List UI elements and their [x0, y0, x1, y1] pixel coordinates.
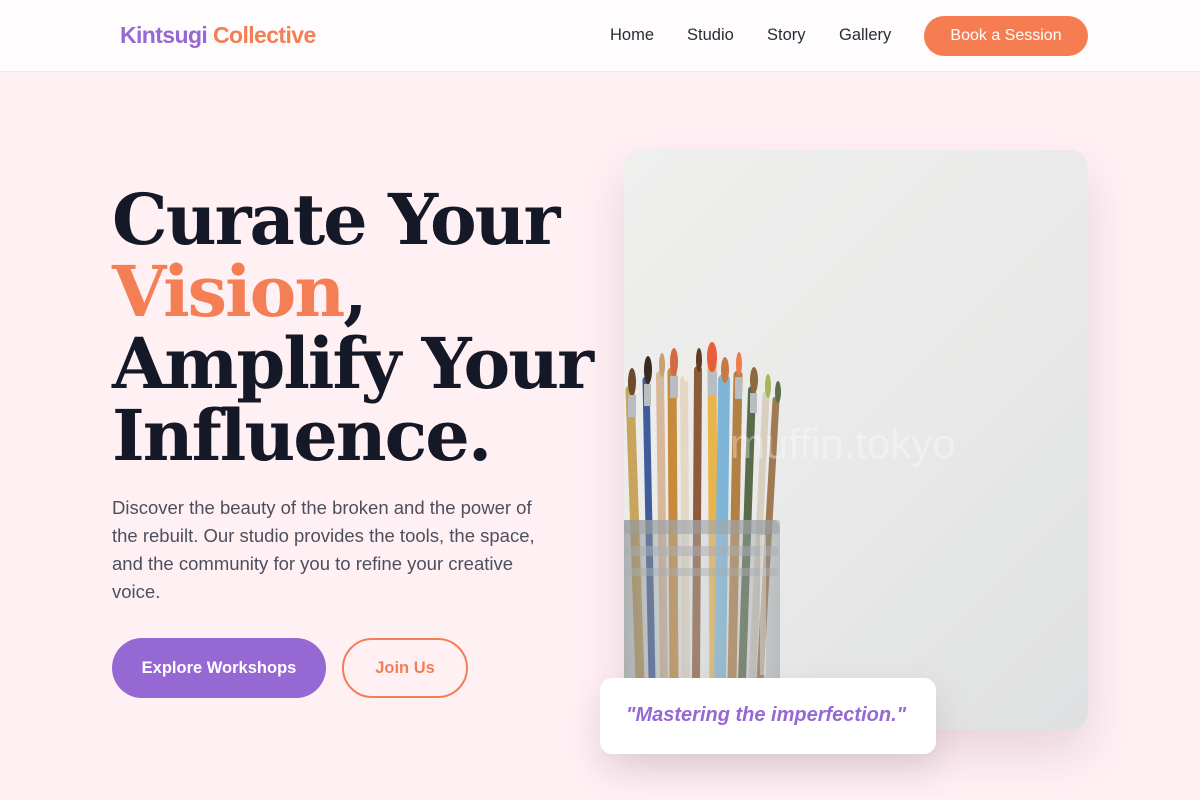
image-watermark: muffin.tokyo — [730, 420, 956, 467]
quote-card: "Mastering the imperfection." — [600, 678, 936, 754]
nav-gallery-link[interactable]: Gallery — [839, 26, 891, 45]
hero-title-line3: Amplify Your — [112, 322, 594, 405]
hero-title-line1: Curate Your — [112, 178, 560, 261]
hero-title-line4: Influence. — [112, 394, 492, 477]
nav-studio-link[interactable]: Studio — [687, 26, 734, 45]
nav-home-link[interactable]: Home — [610, 26, 654, 45]
hero-title-comma: , — [343, 250, 367, 333]
hero-title: Curate Your Vision, Amplify Your Influen… — [112, 178, 594, 477]
brand-name-part1: Kintsugi — [120, 22, 208, 48]
hero-description: Discover the beauty of the broken and th… — [112, 497, 535, 602]
book-session-button[interactable]: Book a Session — [924, 16, 1088, 56]
brand-name-part2: Collective — [213, 22, 316, 48]
hero-title-accent: Vision — [112, 250, 345, 333]
brand-logo[interactable]: Kintsugi Collective — [120, 22, 316, 49]
explore-workshops-button[interactable]: Explore Workshops — [112, 638, 326, 698]
quote-text: "Mastering the imperfection." — [626, 704, 907, 726]
nav-story-link[interactable]: Story — [767, 26, 806, 45]
site-header: Kintsugi Collective Home Studio Story Ga… — [0, 0, 1200, 72]
hero-title-line2: Vision, — [112, 256, 592, 328]
join-us-button[interactable]: Join Us — [342, 638, 468, 698]
